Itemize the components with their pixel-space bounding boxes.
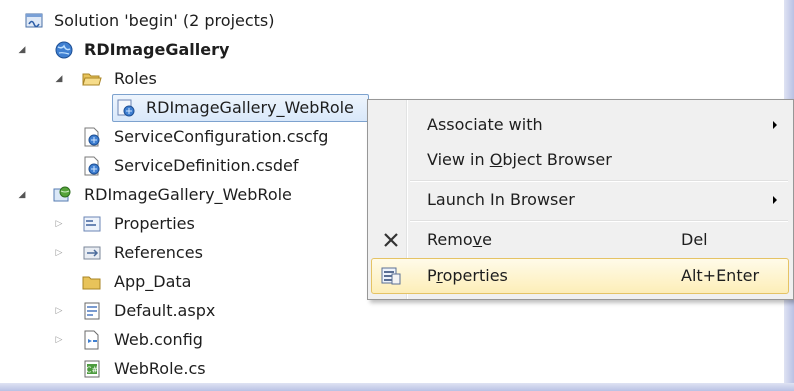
references-icon	[83, 246, 101, 260]
menu-item-remove[interactable]: Remove Del	[370, 223, 791, 257]
menu-item-label: Properties	[427, 266, 508, 285]
csharp-file-icon: C#	[84, 360, 100, 378]
tree-label: Properties	[114, 214, 195, 233]
remove-x-icon	[384, 233, 398, 247]
collapsed-arrow-icon[interactable]: ▷	[53, 334, 65, 346]
tree-label: Default.aspx	[114, 301, 216, 320]
tree-label: WebRole.cs	[114, 359, 206, 378]
tree-label: Roles	[114, 69, 157, 88]
menu-item-label: View in Object Browser	[427, 150, 612, 169]
menu-separator	[410, 220, 788, 222]
aspx-file-icon	[84, 302, 100, 320]
tree-label: ServiceConfiguration.cscfg	[114, 127, 329, 146]
config-file-icon	[84, 127, 100, 147]
expanded-arrow-icon[interactable]: ◢	[16, 44, 28, 56]
expanded-arrow-icon[interactable]: ◢	[16, 189, 28, 201]
expanded-arrow-icon[interactable]: ◢	[53, 73, 65, 85]
config-icon	[84, 330, 99, 350]
collapsed-arrow-icon[interactable]: ▷	[53, 247, 65, 259]
menu-item-properties[interactable]: Properties Alt+Enter	[370, 259, 791, 293]
window-frame-bottom	[0, 383, 794, 391]
menu-shortcut: Alt+Enter	[681, 266, 760, 285]
collapsed-arrow-icon[interactable]: ▷	[53, 218, 65, 230]
submenu-arrow-icon	[773, 196, 777, 204]
menu-separator	[410, 180, 788, 182]
properties-window-icon	[381, 267, 401, 285]
open-folder-icon	[82, 73, 102, 86]
tree-label: RDImageGallery_WebRole	[146, 98, 354, 117]
tree-label: App_Data	[114, 272, 192, 291]
properties-icon	[83, 216, 101, 232]
svg-text:C#: C#	[86, 366, 99, 375]
tree-label: Web.config	[114, 330, 203, 349]
menu-item-launch-in-browser[interactable]: Launch In Browser	[370, 183, 791, 217]
web-project-icon	[53, 186, 71, 202]
menu-item-label: Remove	[427, 230, 492, 249]
globe-icon	[55, 41, 73, 59]
tree-label: Solution 'begin' (2 projects)	[54, 11, 275, 30]
menu-shortcut: Del	[681, 230, 708, 249]
solution-icon	[25, 13, 43, 28]
context-menu: Associate with View in Object Browser La…	[367, 99, 794, 300]
role-icon	[117, 99, 135, 117]
menu-item-associate-with[interactable]: Associate with	[370, 108, 791, 142]
tree-label: References	[114, 243, 203, 262]
menu-item-view-object-browser[interactable]: View in Object Browser	[370, 143, 791, 177]
tree-label: ServiceDefinition.csdef	[114, 156, 299, 175]
collapsed-arrow-icon[interactable]: ▷	[53, 305, 65, 317]
submenu-arrow-icon	[773, 121, 777, 129]
tree-label: RDImageGallery	[84, 40, 230, 59]
tree-label: RDImageGallery_WebRole	[84, 185, 292, 204]
definition-file-icon	[84, 156, 100, 176]
folder-icon	[82, 276, 101, 290]
menu-item-label: Associate with	[427, 115, 543, 134]
menu-item-label: Launch In Browser	[427, 190, 575, 209]
